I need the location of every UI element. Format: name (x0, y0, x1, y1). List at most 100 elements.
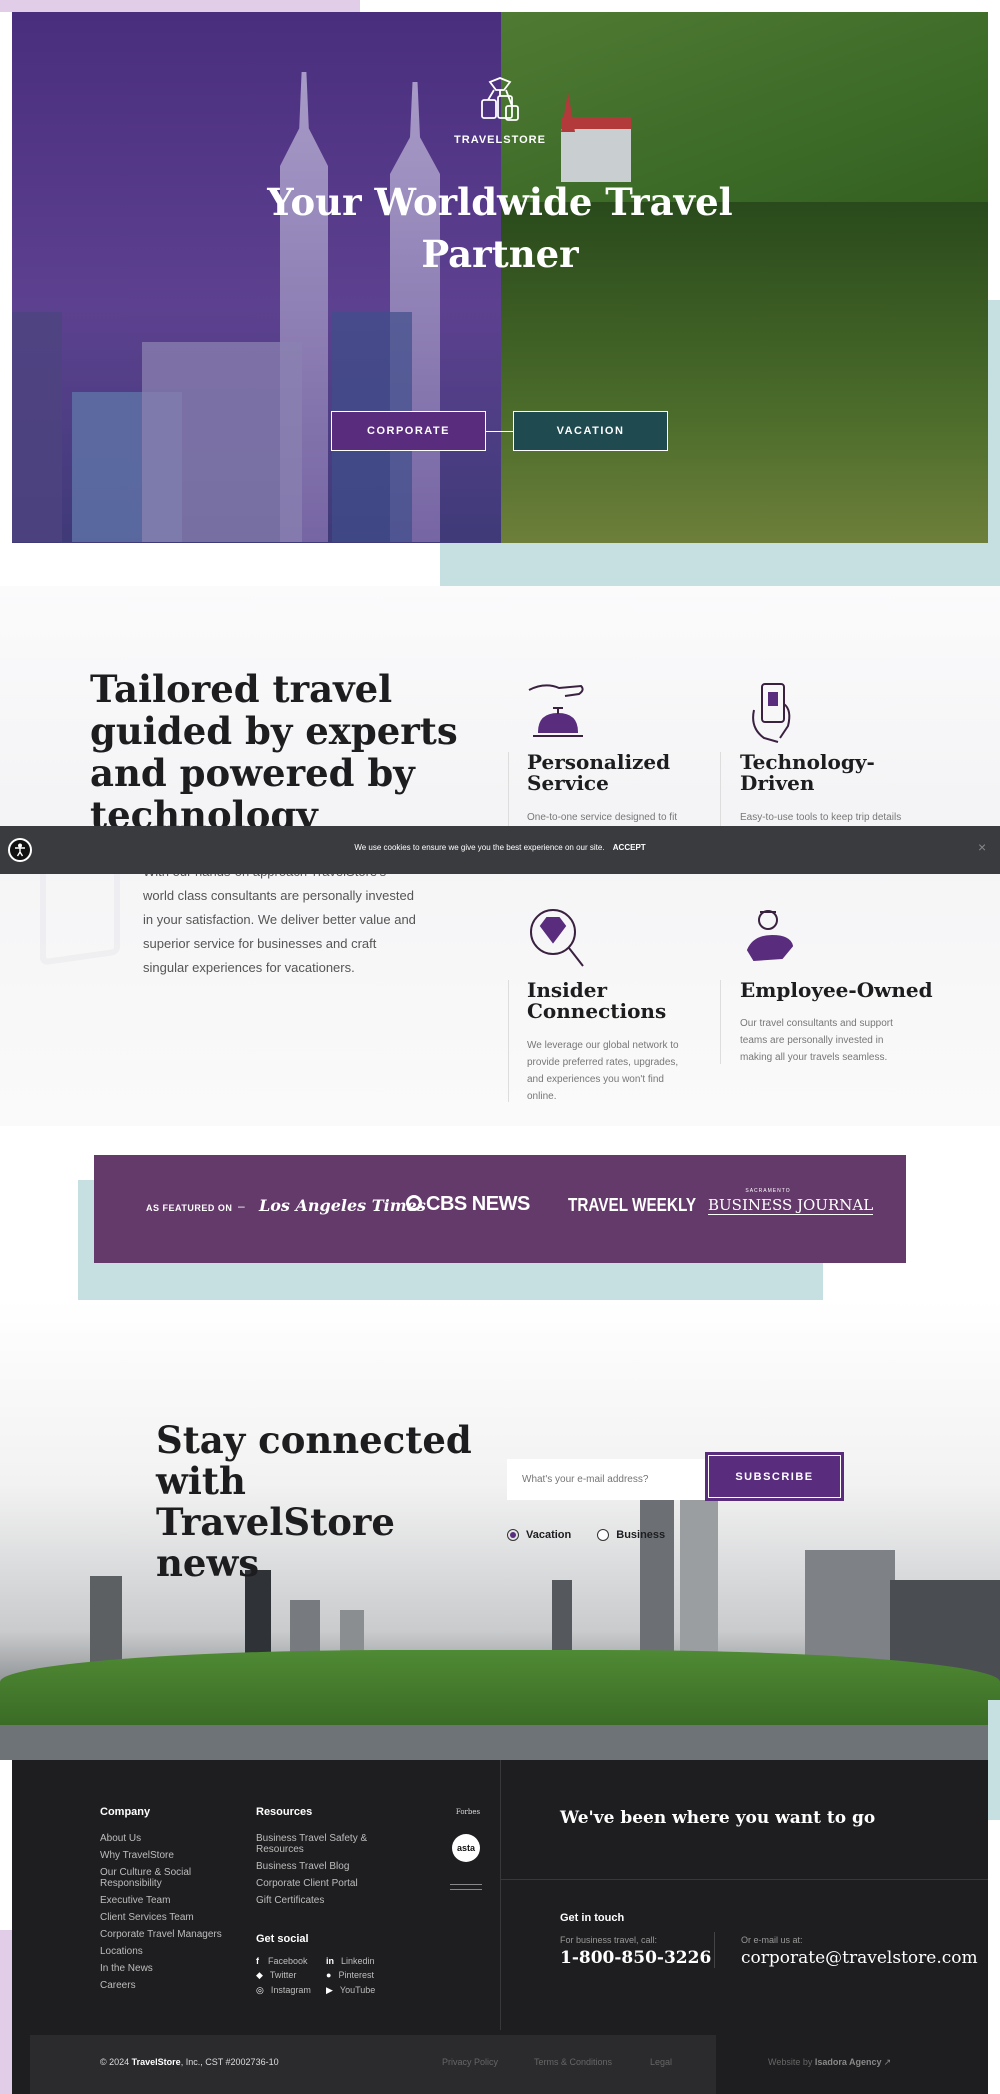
footer-email-link[interactable]: corporate@travelstore.com (741, 1948, 978, 1968)
footer-link-safety[interactable]: Business Travel Safety & (256, 1833, 386, 1844)
facebook-icon: f (256, 1956, 259, 1966)
pinterest-icon: ● (326, 1970, 332, 1980)
youtube-label: YouTube (339, 1985, 376, 1995)
linkedin-icon: in (326, 1956, 334, 1966)
twitter-icon: ◆ (256, 1970, 263, 1980)
twitter-label: Twitter (269, 1970, 297, 1980)
subscribe-label: SUBSCRIBE (708, 1455, 841, 1498)
footer-link-culture[interactable]: Our Culture & Social (100, 1867, 240, 1878)
footer-company-heading: Company (100, 1806, 151, 1818)
footer: Company About Us Why TravelStore Our Cul… (12, 1760, 988, 2094)
external-link-icon: ↗ (883, 2057, 892, 2067)
feature-title-technology: Technology- Driven (740, 752, 920, 794)
footer-link-client-services[interactable]: Client Services Team (100, 1909, 240, 1926)
business-radio-label[interactable]: Business (616, 1529, 665, 1541)
footer-call-label: For business travel, call: (560, 1935, 658, 1945)
twitter-link[interactable]: ◆ Twitter (256, 1970, 326, 1981)
featured-dash: – (238, 1199, 245, 1213)
feature-text-line: and experiences you won't find (527, 1074, 664, 1085)
footer-phone-link[interactable]: 1-800-850-3226 (560, 1948, 711, 1968)
skyline-photo (0, 1470, 1000, 1760)
footer-divider (500, 1760, 501, 2030)
concierge-bell-icon (525, 680, 591, 742)
decor-teal-strip (988, 1700, 1000, 1820)
footer-social-links: f Facebook in Linkedin ◆ Twitter ● Pinterest… (256, 1956, 426, 1996)
intro-body-line: world class consultants are personally i… (143, 888, 414, 903)
footer-touch-heading: Get in touch (560, 1912, 625, 1924)
linkedin-link[interactable]: in Linkedin (326, 1956, 406, 1966)
credit-agency-link[interactable]: Isadora Agency (815, 2057, 882, 2067)
hero-title-line: Partner (421, 232, 579, 276)
feature-divider (720, 752, 721, 826)
footer-link-portal[interactable]: Corporate Client Portal (256, 1875, 386, 1892)
footer-link-executive[interactable]: Executive Team (100, 1892, 240, 1909)
newsletter-heading: Stay connected with TravelStore news (156, 1420, 486, 1584)
privacy-link[interactable]: Privacy Policy (442, 2057, 498, 2067)
footer-email-label: Or e-mail us at: (741, 1935, 803, 1945)
cbs-eye-icon (406, 1195, 422, 1211)
feature-title-line: Technology- (740, 750, 875, 774)
cookie-accept-button[interactable]: ACCEPT (613, 843, 646, 852)
cbs-news-logo: CBS NEWS (426, 1193, 530, 1215)
decor-corner-lilac (0, 0, 360, 12)
footer-link-culture-cont[interactable]: Responsibility (100, 1878, 240, 1889)
la-times-logo: Los Angeles Times (259, 1196, 426, 1215)
vacation-radio-label[interactable]: Vacation (526, 1529, 571, 1541)
linkedin-label: Linkedin (341, 1956, 375, 1966)
email-field[interactable] (507, 1459, 705, 1500)
feature-title-insider: Insider Connections (527, 980, 697, 1022)
corporate-button[interactable]: CORPORATE (331, 411, 486, 451)
subscribe-button[interactable]: SUBSCRIBE (705, 1452, 844, 1501)
instagram-link[interactable]: ◎ Instagram (256, 1985, 326, 1996)
vacation-button[interactable]: VACATION (513, 411, 668, 451)
pinterest-link[interactable]: ● Pinterest (326, 1970, 406, 1981)
feature-text: Our travel consultants and support teams… (740, 1015, 930, 1066)
email-input[interactable] (507, 1459, 705, 1500)
feature-divider (508, 980, 509, 1102)
feature-text: Easy-to-use tools to keep trip details (740, 812, 902, 823)
footer-link-safety-cont[interactable]: Resources (256, 1844, 386, 1855)
feature-title-line: Personalized (527, 750, 671, 774)
credit-prefix: Website by (768, 2057, 815, 2067)
intro-body-line: singular experiences for vacationers. (143, 960, 355, 975)
instagram-icon: ◎ (256, 1985, 264, 1995)
footer-link-gift[interactable]: Gift Certificates (256, 1892, 386, 1909)
feature-title-line: Driven (740, 771, 815, 795)
footer-link-why[interactable]: Why TravelStore (100, 1847, 240, 1864)
brand-wordmark: TRAVELSTORE (454, 134, 546, 146)
facebook-link[interactable]: f Facebook (256, 1956, 326, 1966)
terms-link[interactable]: Terms & Conditions (534, 2057, 612, 2067)
accessibility-button[interactable] (8, 838, 32, 862)
footer-link-news[interactable]: In the News (100, 1960, 240, 1977)
feature-text-line: Our travel consultants and support (740, 1018, 893, 1029)
footer-link-about[interactable]: About Us (100, 1830, 240, 1847)
youtube-icon: ▶ (326, 1985, 333, 1995)
feature-title-employee: Employee-Owned (740, 978, 933, 1002)
footer-link-careers[interactable]: Careers (100, 1977, 240, 1994)
vacation-radio[interactable] (507, 1529, 519, 1541)
copyright-suffix: , Inc., CST #2002736-10 (180, 2057, 279, 2067)
feature-title-personalized: Personalized Service (527, 752, 697, 794)
footer-link-locations[interactable]: Locations (100, 1943, 240, 1960)
asta-badge: asta (452, 1834, 480, 1862)
feature-title-line: Connections (527, 999, 667, 1023)
cookie-close-icon[interactable]: × (978, 839, 986, 855)
youtube-link[interactable]: ▶ YouTube (326, 1985, 406, 1996)
feature-text-line: online. (527, 1091, 557, 1102)
intro-body-line: in your satisfaction. We deliver better … (143, 912, 416, 927)
footer-resources-links: Business Travel Safety & Resources Busin… (256, 1830, 386, 1909)
footer-company-links: About Us Why TravelStore Our Culture & S… (100, 1830, 240, 1994)
newsletter-heading-line: with TravelStore (156, 1459, 395, 1544)
copyright: © 2024 TravelStore, Inc., CST #2002736-1… (100, 2057, 279, 2067)
business-radio[interactable] (597, 1529, 610, 1541)
footer-resources-heading: Resources (256, 1806, 313, 1818)
website-credit: Website by Isadora Agency ↗ (768, 2057, 891, 2068)
hero-title-line: Your Worldwide Travel (267, 180, 733, 224)
business-journal-logo: BUSINESS JOURNAL (708, 1196, 874, 1215)
newsletter-heading-line: news (156, 1541, 260, 1585)
footer-link-blog[interactable]: Business Travel Blog (256, 1858, 386, 1875)
legal-link[interactable]: Legal (650, 2057, 672, 2067)
decor-lilac-strip (0, 1930, 12, 2094)
intro-heading-line: guided by experts (90, 709, 458, 753)
footer-link-corporate-managers[interactable]: Corporate Travel Managers (100, 1926, 240, 1943)
